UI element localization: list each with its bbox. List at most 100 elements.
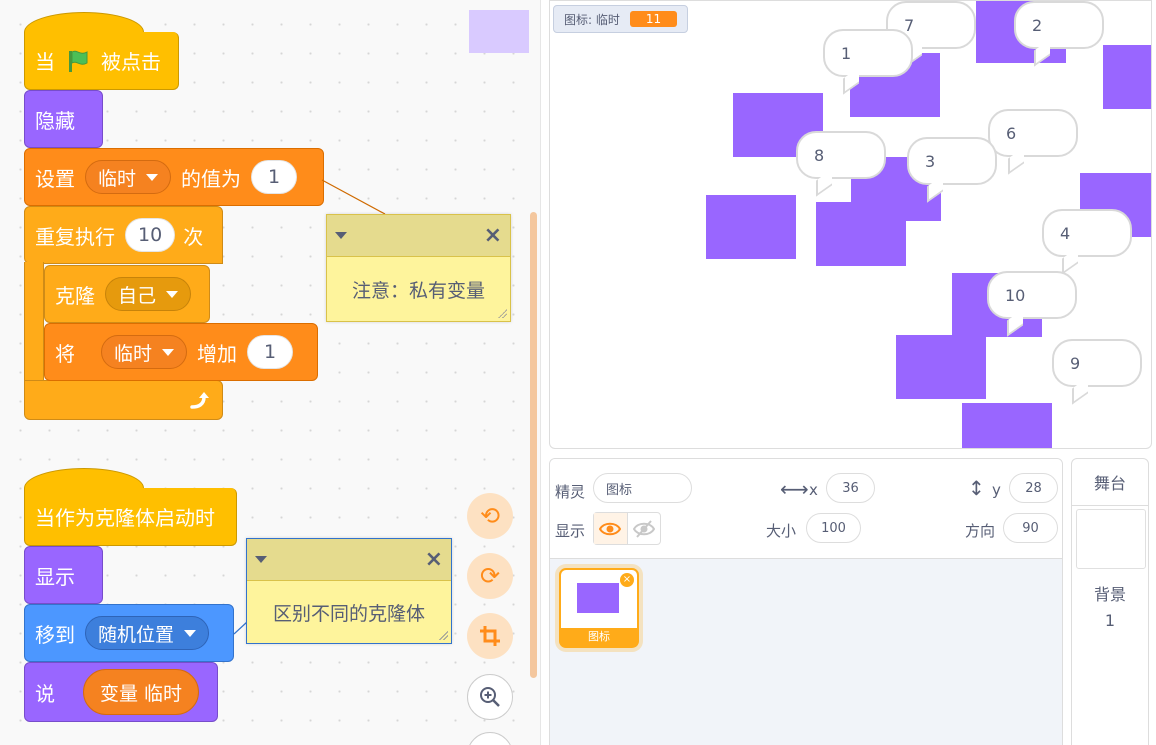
sprite-drag-preview[interactable]: [469, 10, 529, 53]
variable-name: 临时: [114, 342, 153, 365]
variable-dropdown[interactable]: 临时: [85, 160, 172, 194]
repeat-label: 重复执行: [35, 224, 115, 249]
clean-up-button[interactable]: [467, 613, 513, 659]
sprite-pane: 精灵 图标 ⟷ x 36 ↕ y 28 显示 大小 100 方向 90 × 图标: [549, 458, 1063, 745]
monitor-value: 11: [629, 11, 678, 27]
comment-note-2[interactable]: × 区别不同的克隆体: [246, 538, 452, 644]
backdrop-count: 1: [1104, 611, 1116, 630]
delete-icon[interactable]: ×: [620, 573, 634, 587]
y-arrows-icon: ↕: [968, 476, 985, 500]
resize-handle-icon[interactable]: [497, 308, 507, 318]
speech-bubble: 2: [1014, 1, 1104, 49]
variable-dropdown[interactable]: 临时: [101, 335, 188, 369]
stage-selector[interactable]: 舞台 背景 1: [1071, 458, 1149, 745]
sprite-name-label: 精灵: [555, 483, 586, 501]
size-input[interactable]: 100: [806, 513, 861, 543]
clone-sprite[interactable]: [706, 195, 796, 259]
clicked-label: 被点击: [101, 50, 161, 74]
repeat-arm: [24, 262, 44, 380]
zoom-out-button[interactable]: [467, 732, 513, 745]
x-position-input[interactable]: 36: [826, 473, 875, 503]
repeat-footer: [24, 380, 223, 420]
show-label: 显示: [35, 564, 75, 589]
direction-label: 方向: [965, 522, 996, 540]
hide-sprite-button[interactable]: [628, 513, 661, 544]
set-to-label: 的值为: [181, 166, 242, 191]
stage-canvas[interactable]: 图标: 临时 11 7 2 1 6 8 3 4 10 9: [549, 0, 1152, 449]
clone-target-dropdown[interactable]: 自己: [105, 277, 192, 311]
change-value-input[interactable]: 1: [247, 335, 294, 369]
redo-button[interactable]: ⟳: [467, 553, 513, 599]
monitor-label: 图标: 临时: [564, 12, 620, 27]
x-label: x: [809, 481, 818, 499]
set-label: 设置: [35, 166, 75, 191]
variable-reporter[interactable]: 变量 临时: [83, 669, 200, 715]
zoom-in-button[interactable]: [467, 674, 513, 720]
create-clone-block[interactable]: 克隆 自己: [44, 265, 210, 323]
variable-name: 临时: [98, 167, 137, 190]
chevron-down-icon: [162, 348, 175, 356]
resize-handle-icon[interactable]: [438, 630, 448, 640]
zoom-in-icon: [480, 687, 500, 707]
direction-input[interactable]: 90: [1003, 513, 1058, 543]
change-by-label: 增加: [197, 341, 238, 366]
sprite-name-input[interactable]: 图标: [593, 473, 692, 503]
speech-bubble: 10: [987, 271, 1077, 319]
set-value-input[interactable]: 1: [251, 160, 298, 194]
speech-bubble: 8: [796, 131, 886, 179]
when-clone-starts-label: 当作为克隆体启动时: [35, 506, 215, 530]
speech-bubble: 4: [1042, 209, 1132, 257]
eye-icon: [599, 522, 622, 535]
repeat-block[interactable]: 重复执行 10 次: [24, 206, 223, 264]
clone-target-name: 自己: [118, 284, 157, 307]
workspace-scrollbar[interactable]: [530, 212, 537, 678]
say-block[interactable]: 说 变量 临时: [24, 662, 218, 722]
note-text[interactable]: 区别不同的克隆体: [247, 581, 451, 643]
variable-monitor[interactable]: 图标: 临时 11: [553, 5, 689, 33]
collapse-icon[interactable]: [255, 556, 267, 563]
code-workspace[interactable]: 当 被点击 隐藏 设置 临时 的值为 1 重复执行 10 次 克隆 自己 将 临…: [0, 0, 541, 745]
chevron-down-icon: [166, 290, 179, 298]
sprite-thumbnail: [577, 583, 619, 613]
undo-button[interactable]: ⟲: [467, 493, 513, 539]
close-icon[interactable]: ×: [425, 548, 443, 571]
set-variable-block[interactable]: 设置 临时 的值为 1: [24, 148, 324, 206]
y-label: y: [992, 481, 1001, 499]
comment-note-1[interactable]: × 注意：私有变量: [326, 214, 511, 322]
backdrop-label: 背景: [1093, 585, 1126, 604]
clone-sprite[interactable]: [816, 202, 906, 266]
change-variable-block[interactable]: 将 临时 增加 1: [44, 323, 318, 381]
scratch-editor: 当 被点击 隐藏 设置 临时 的值为 1 重复执行 10 次 克隆 自己 将 临…: [0, 0, 1156, 745]
crop-icon: [480, 626, 500, 646]
chevron-down-icon: [146, 173, 159, 181]
hide-block[interactable]: 隐藏: [24, 90, 103, 148]
show-block[interactable]: 显示: [24, 546, 103, 604]
clone-label: 克隆: [55, 283, 95, 308]
go-to-target-dropdown[interactable]: 随机位置: [85, 616, 210, 650]
speech-bubble: 9: [1052, 339, 1142, 387]
go-to-block[interactable]: 移到 随机位置: [24, 604, 234, 662]
when-flag-clicked-block[interactable]: 当 被点击: [24, 32, 179, 90]
size-label: 大小: [766, 522, 797, 540]
eye-off-icon: [632, 519, 655, 538]
speech-bubble: 1: [823, 29, 913, 77]
stage-selector-title: 舞台: [1072, 459, 1148, 506]
show-sprite-button[interactable]: [594, 513, 628, 544]
go-to-target-name: 随机位置: [98, 623, 175, 646]
sprite-tile[interactable]: × 图标: [559, 568, 639, 648]
clone-sprite[interactable]: [1103, 45, 1151, 109]
close-icon[interactable]: ×: [484, 224, 502, 247]
backdrop-thumbnail[interactable]: [1076, 509, 1146, 569]
visibility-toggle: [593, 512, 661, 545]
clone-sprite[interactable]: [896, 335, 986, 399]
collapse-icon[interactable]: [335, 232, 347, 239]
sprite-info-panel: 精灵 图标 ⟷ x 36 ↕ y 28 显示 大小 100 方向 90: [550, 459, 1062, 559]
times-label: 次: [183, 224, 204, 249]
speech-bubble: 6: [988, 109, 1078, 157]
note-text[interactable]: 注意：私有变量: [327, 257, 510, 321]
clone-sprite[interactable]: [962, 403, 1052, 448]
y-position-input[interactable]: 28: [1009, 473, 1058, 503]
repeat-count-input[interactable]: 10: [125, 218, 176, 252]
when-clone-starts-block[interactable]: 当作为克隆体启动时: [24, 488, 237, 546]
say-label: 说: [35, 681, 55, 706]
